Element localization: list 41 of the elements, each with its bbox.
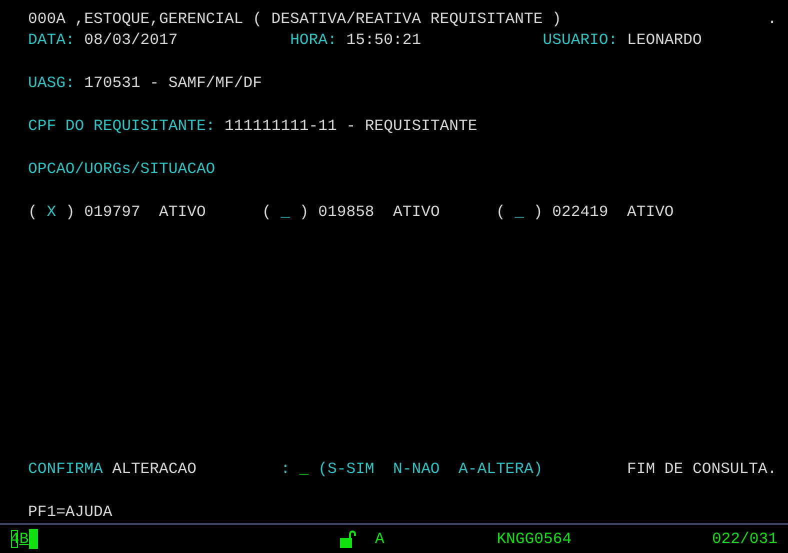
option-input[interactable]: _ xyxy=(514,202,524,224)
cursor-position: 022/031 xyxy=(712,529,778,550)
paren: ( xyxy=(28,202,38,223)
status-message: FIM DE CONSULTA. xyxy=(627,459,777,480)
status-text: ATIVO xyxy=(393,202,440,223)
status-text: ATIVO xyxy=(159,202,206,223)
confirm-hint: (S-SIM N-NAO A-ALTERA) xyxy=(318,459,543,480)
screen-title: 000A ,ESTOQUE,GERENCIAL ( DESATIVA/REATIVA REQUISITANTE ) xyxy=(28,9,562,30)
user-label: USUARIO: xyxy=(542,30,618,52)
cursor-block xyxy=(28,529,38,549)
time-label: HORA: xyxy=(290,30,337,52)
time-value: 15:50:21 xyxy=(346,30,422,52)
paren: ) xyxy=(65,202,75,223)
confirm-input[interactable]: _ xyxy=(299,459,309,481)
paren: ) xyxy=(533,202,543,223)
option-input[interactable]: X xyxy=(46,202,56,224)
uorg-code: 019797 xyxy=(84,202,140,223)
options-label: OPCAO/UORGs/SITUACAO xyxy=(28,159,216,180)
confirm-label: ALTERACAO xyxy=(112,459,196,480)
mode-indicator: B xyxy=(19,529,29,550)
date-value: 08/03/2017 xyxy=(84,30,178,52)
help-key: PF1=AJUDA xyxy=(28,502,112,524)
keyboard-mode: A xyxy=(375,529,384,550)
option-input[interactable]: _ xyxy=(280,202,290,224)
date-label: DATA: xyxy=(28,30,75,52)
paren: ( xyxy=(496,202,506,223)
status-text: ATIVO xyxy=(627,202,674,223)
confirm-label: CONFIRMA xyxy=(28,459,103,480)
requester-value: 111111111-11 - REQUISITANTE xyxy=(224,116,478,138)
unlocked-padlock-icon xyxy=(338,529,358,549)
requester-label: CPF DO REQUISITANTE: xyxy=(28,116,216,138)
terminal-id: KNGG0564 xyxy=(496,529,572,550)
user-value: LEONARDO xyxy=(627,30,702,52)
paren: ) xyxy=(299,202,309,223)
uasg-value: 170531 - SAMF/MF/DF xyxy=(84,73,262,94)
paren: ( xyxy=(262,202,272,223)
corner-mark: . xyxy=(767,9,777,30)
uorg-code: 019858 xyxy=(318,202,374,223)
uasg-label: UASG: xyxy=(28,73,75,94)
uorg-code: 022419 xyxy=(552,202,608,223)
colon: : xyxy=(280,459,290,480)
